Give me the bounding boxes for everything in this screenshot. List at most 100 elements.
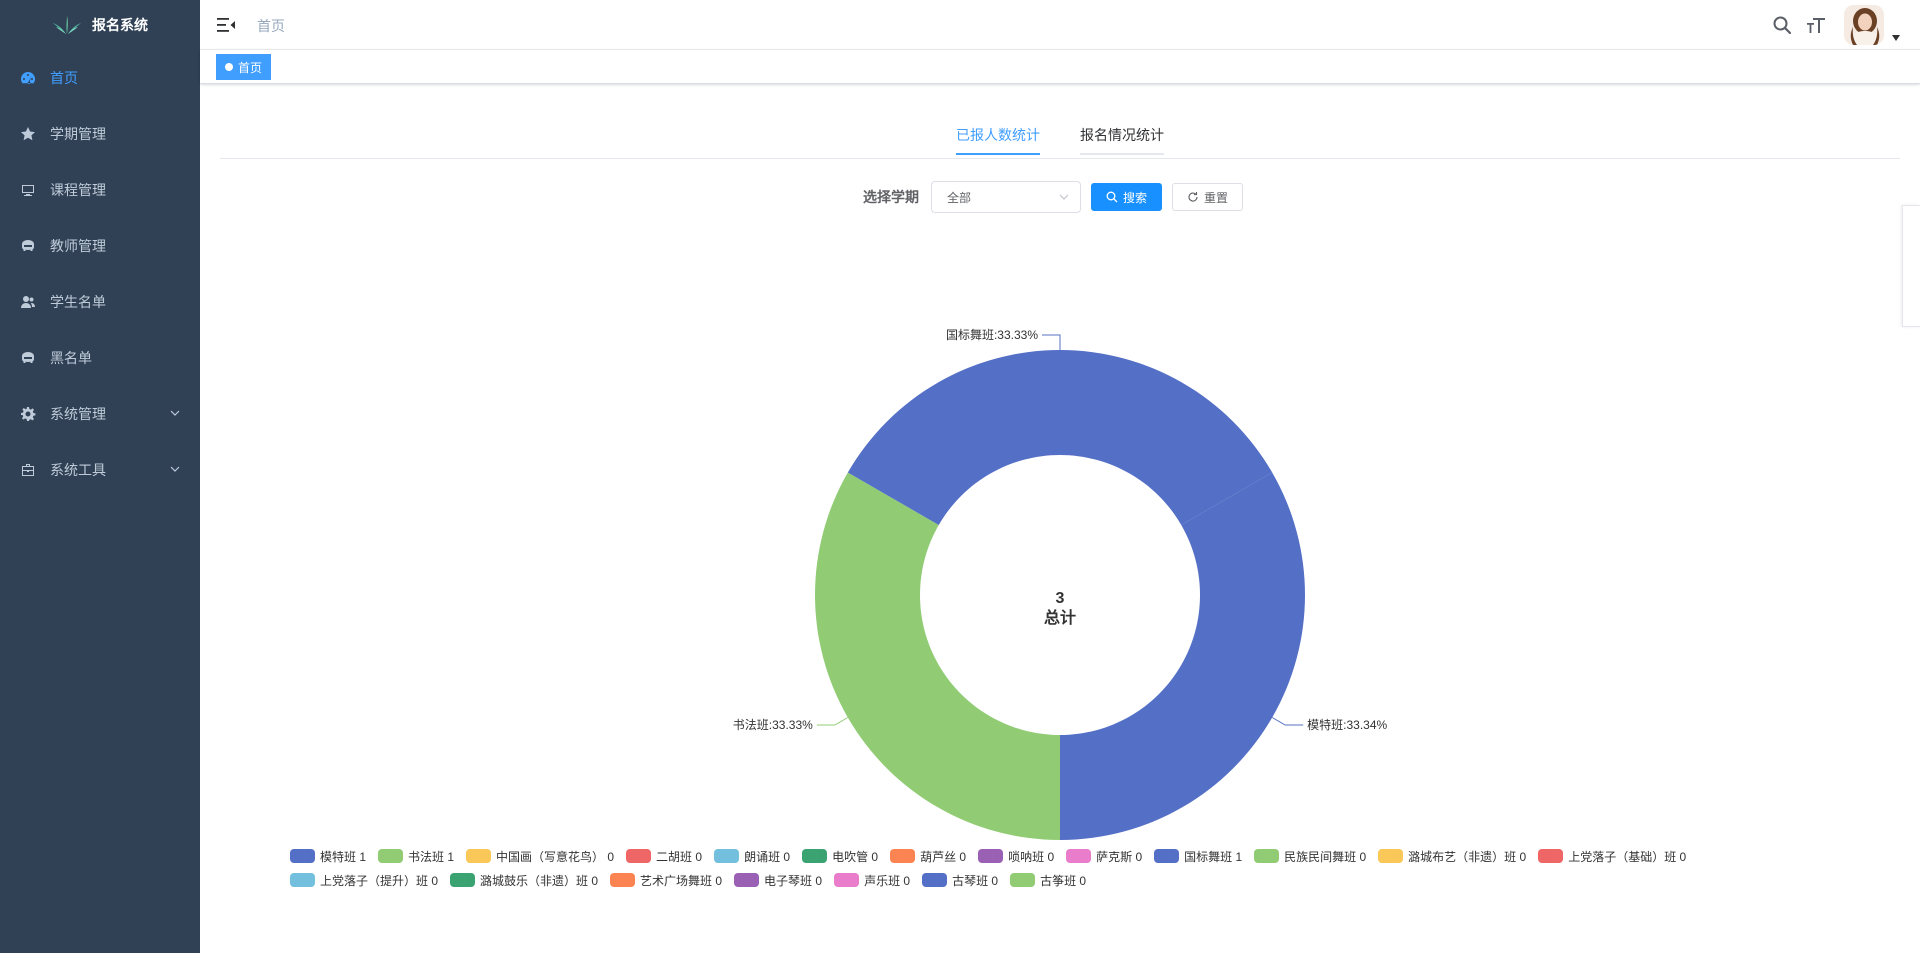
education-icon bbox=[20, 350, 36, 366]
legend-item[interactable]: 潞城布艺（非遗）班 0 bbox=[1378, 847, 1526, 865]
legend-swatch bbox=[734, 873, 760, 887]
enrollment-donut-chart: 模特班:33.34% 书法班:33.33% 国标舞班:33.33% 3 总计 bbox=[200, 265, 1920, 855]
chevron-down-icon bbox=[1059, 194, 1069, 200]
semester-label: 选择学期 bbox=[863, 189, 919, 205]
semester-select-value: 全部 bbox=[947, 190, 972, 205]
tag-home[interactable]: 首页 bbox=[216, 54, 272, 80]
donut-slice[interactable] bbox=[847, 350, 1273, 525]
legend-item[interactable]: 上党落子（提升）班 0 bbox=[290, 871, 438, 889]
legend-label: 上党落子（基础）班 0 bbox=[1568, 849, 1687, 864]
font-size-icon[interactable] bbox=[1806, 15, 1826, 35]
hamburger-icon[interactable] bbox=[216, 15, 236, 35]
sidebar-item-semester[interactable]: 学期管理 bbox=[0, 106, 200, 162]
filter-bar: 选择学期 全部 搜索 重置 bbox=[863, 181, 1244, 213]
legend-swatch bbox=[290, 873, 315, 887]
legend-item[interactable]: 民族民间舞班 0 bbox=[1254, 847, 1366, 865]
sidebar-item-label: 系统管理 bbox=[50, 406, 106, 422]
user-menu[interactable] bbox=[1844, 5, 1900, 45]
legend-label: 潞城布艺（非遗）班 0 bbox=[1408, 849, 1527, 864]
sidebar-item-teacher[interactable]: 教师管理 bbox=[0, 218, 200, 274]
legend-swatch bbox=[978, 849, 1004, 863]
breadcrumb[interactable]: 首页 bbox=[257, 16, 285, 36]
legend-swatch bbox=[1378, 849, 1404, 863]
legend-label: 潞城鼓乐（非遗）班 0 bbox=[480, 873, 599, 888]
app-title: 报名系统 bbox=[92, 17, 148, 33]
sidebar-item-course[interactable]: 课程管理 bbox=[0, 162, 200, 218]
reset-button[interactable]: 重置 bbox=[1172, 183, 1244, 211]
legend-label: 民族民间舞班 0 bbox=[1284, 849, 1367, 864]
tab-enrollment-status[interactable]: 报名情况统计 bbox=[1080, 115, 1164, 155]
gear-icon bbox=[20, 406, 36, 422]
legend-label: 声乐班 0 bbox=[864, 873, 911, 888]
sidebar-menu: 首页 学期管理 课程管理 教师管理 学生名单 黑名单 系统管理 系统工具 bbox=[0, 50, 200, 498]
legend-item[interactable]: 声乐班 0 bbox=[834, 871, 910, 889]
stats-tabs: 已报人数统计 报名情况统计 bbox=[220, 85, 1900, 159]
slice-label: 国标舞班:33.33% bbox=[946, 328, 1038, 342]
sidebar-item-students[interactable]: 学生名单 bbox=[0, 274, 200, 330]
search-icon bbox=[1106, 191, 1118, 203]
legend-item[interactable]: 模特班 1 bbox=[290, 847, 366, 865]
legend-swatch bbox=[290, 849, 315, 863]
legend-item[interactable]: 二胡班 0 bbox=[626, 847, 702, 865]
sidebar-item-label: 课程管理 bbox=[50, 182, 106, 198]
toolbox-icon bbox=[20, 462, 36, 478]
legend-swatch bbox=[834, 873, 860, 887]
legend-item[interactable]: 电吹管 0 bbox=[802, 847, 878, 865]
legend-label: 电吹管 0 bbox=[832, 849, 879, 864]
legend-label: 古琴班 0 bbox=[952, 873, 999, 888]
star-icon bbox=[20, 126, 36, 142]
legend-swatch bbox=[466, 849, 492, 863]
legend-swatch bbox=[1254, 849, 1280, 863]
donut-svg: 模特班:33.34% 书法班:33.33% 国标舞班:33.33% 3 总计 bbox=[733, 328, 1388, 841]
sidebar-item-tools[interactable]: 系统工具 bbox=[0, 442, 200, 498]
legend-item[interactable]: 朗诵班 0 bbox=[714, 847, 790, 865]
sidebar: 报名系统 首页 学期管理 课程管理 教师管理 学生名单 黑名单 系统管理 系统工… bbox=[0, 0, 200, 953]
navbar: 首页 bbox=[200, 0, 1920, 50]
logo[interactable]: 报名系统 bbox=[0, 0, 200, 50]
legend-item[interactable]: 国标舞班 1 bbox=[1154, 847, 1242, 865]
legend-swatch bbox=[802, 849, 828, 863]
legend-label: 唢呐班 0 bbox=[1008, 849, 1055, 864]
legend-item[interactable]: 艺术广场舞班 0 bbox=[610, 871, 722, 889]
legend-label: 古筝班 0 bbox=[1040, 873, 1087, 888]
sidebar-item-label: 学期管理 bbox=[50, 126, 106, 142]
legend-label: 书法班 1 bbox=[408, 849, 455, 864]
legend-swatch bbox=[450, 873, 476, 887]
legend-item[interactable]: 书法班 1 bbox=[378, 847, 454, 865]
legend-item[interactable]: 葫芦丝 0 bbox=[890, 847, 966, 865]
sidebar-item-system[interactable]: 系统管理 bbox=[0, 386, 200, 442]
chart-center-label: 总计 bbox=[1044, 608, 1076, 627]
legend-item[interactable]: 唢呐班 0 bbox=[978, 847, 1054, 865]
right-settings-handle[interactable] bbox=[1902, 205, 1920, 327]
search-button[interactable]: 搜索 bbox=[1091, 183, 1163, 211]
legend-swatch bbox=[1066, 849, 1092, 863]
caret-down-icon bbox=[1892, 35, 1900, 41]
main-content: 已报人数统计 报名情况统计 选择学期 全部 搜索 重置 模特班:33.34% 书法… bbox=[200, 85, 1920, 953]
legend-item[interactable]: 电子琴班 0 bbox=[734, 871, 822, 889]
legend-swatch bbox=[610, 873, 636, 887]
sidebar-item-label: 黑名单 bbox=[50, 350, 92, 366]
search-button-label: 搜索 bbox=[1123, 190, 1148, 205]
semester-select[interactable]: 全部 bbox=[931, 181, 1081, 213]
tab-enrolled-count[interactable]: 已报人数统计 bbox=[956, 115, 1040, 155]
legend-item[interactable]: 潞城鼓乐（非遗）班 0 bbox=[450, 871, 598, 889]
slice-label: 模特班:33.34% bbox=[1307, 717, 1387, 732]
sidebar-item-blacklist[interactable]: 黑名单 bbox=[0, 330, 200, 386]
donut-slice[interactable] bbox=[1060, 472, 1305, 841]
donut-slice[interactable] bbox=[814, 472, 1060, 841]
education-icon bbox=[20, 238, 36, 254]
avatar[interactable] bbox=[1844, 5, 1884, 45]
legend-swatch bbox=[1154, 849, 1180, 863]
slice-label: 书法班:33.33% bbox=[733, 718, 813, 732]
legend-label: 葫芦丝 0 bbox=[920, 849, 967, 864]
legend-item[interactable]: 上党落子（基础）班 0 bbox=[1538, 847, 1686, 865]
legend-item[interactable]: 萨克斯 0 bbox=[1066, 847, 1142, 865]
search-icon[interactable] bbox=[1772, 15, 1792, 35]
legend-swatch bbox=[890, 849, 916, 863]
legend-item[interactable]: 古琴班 0 bbox=[922, 871, 998, 889]
legend-item[interactable]: 古筝班 0 bbox=[1010, 871, 1086, 889]
refresh-icon bbox=[1188, 192, 1198, 202]
legend-item[interactable]: 中国画（写意花鸟） 0 bbox=[466, 847, 614, 865]
tags-view: 首页 bbox=[200, 50, 1920, 84]
sidebar-item-home[interactable]: 首页 bbox=[0, 50, 200, 106]
